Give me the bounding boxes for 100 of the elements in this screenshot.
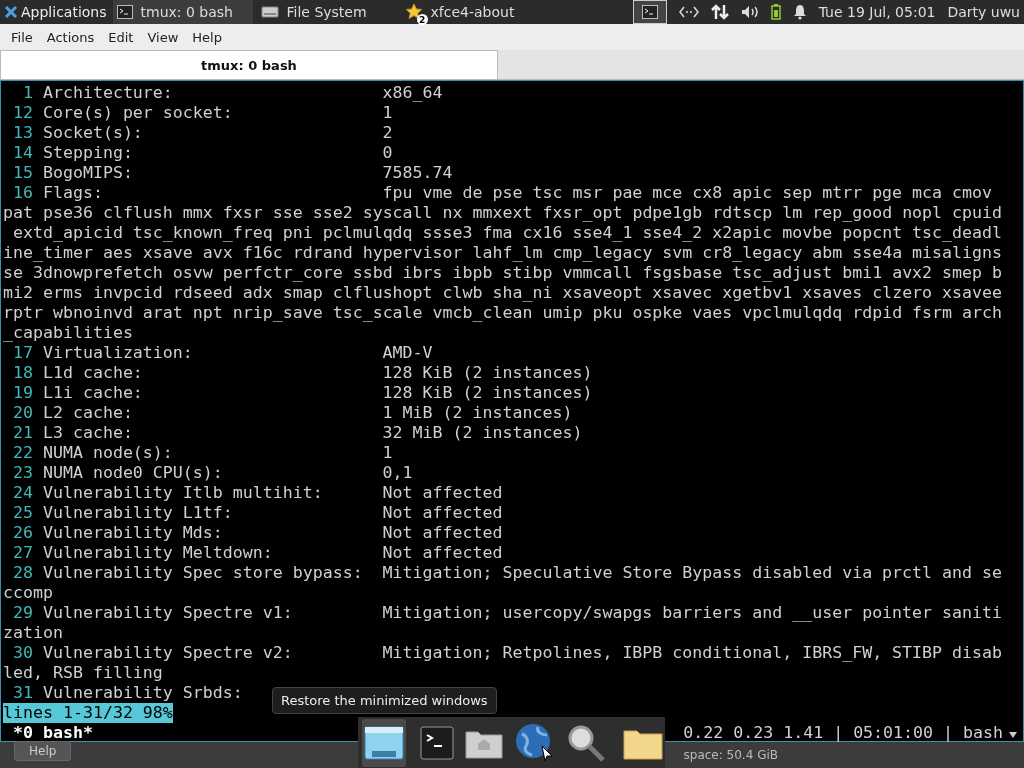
field-value: x86_64	[382, 83, 443, 103]
tooltip: Restore the minimized windows	[272, 687, 497, 714]
field-value: 2	[382, 123, 393, 143]
field-label: Vulnerability Spec store bypass:	[42, 563, 363, 582]
field-label: NUMA node0 CPU(s):	[42, 463, 223, 482]
line-number: 17	[12, 343, 33, 363]
star-icon	[404, 3, 423, 21]
field-label: Vulnerability Mds:	[42, 523, 223, 542]
field-label: Socket(s):	[42, 123, 143, 142]
taskbar-button[interactable]: tmux: 0 bash	[112, 0, 253, 24]
wrapped-text: extd_apicid tsc_known_freq pni pclmulqdq ssse3 fma cx16 sse4_1 sse4_2 x2apic movbe popcnt tsc_deadl	[12, 223, 1003, 243]
terminal-icon	[641, 4, 658, 20]
field-value: 0,1	[382, 463, 413, 483]
line-number: 30	[12, 643, 33, 663]
field-value: Not affected	[382, 523, 503, 543]
network-icon[interactable]	[678, 6, 699, 18]
wrapped-text: led, RSB filling	[3, 663, 163, 683]
clock[interactable]: Tue 19 Jul, 05:01	[818, 4, 936, 20]
field-label: Vulnerability Itlb multihit:	[42, 483, 323, 502]
wrapped-text: ine_timer aes xsave avx f16c rdrand hypervisor lahf_lm cmp_legacy svm cr8_legacy abm sse4a misaligns	[3, 243, 1003, 263]
field-value: 7585.74	[382, 163, 453, 183]
menu-item[interactable]: Edit	[101, 29, 141, 45]
line-number: 31	[12, 683, 33, 703]
field-value: Not affected	[382, 483, 503, 503]
menu-item[interactable]: File	[4, 29, 40, 45]
terminal-tab[interactable]: tmux: 0 bash	[0, 50, 498, 79]
field-label: L1d cache:	[42, 363, 143, 382]
line-number: 26	[12, 523, 33, 543]
field-label: Flags:	[42, 183, 103, 202]
wrapped-text: rptr wbnoinvd arat npt nrip_save tsc_scale vmcb_clean umip pku ospke vaes vpclmulqdq rdpid fsrm arch	[3, 303, 1003, 323]
bell-icon[interactable]	[792, 4, 807, 20]
disk-space: space: 50.4 GiB	[683, 748, 778, 762]
field-value: Mitigation; usercopy/swapgs barriers and __user pointer saniti	[382, 603, 1002, 623]
terminal-icon	[116, 4, 133, 20]
line-number: 25	[12, 503, 33, 523]
battery-icon[interactable]	[770, 4, 781, 20]
wrapped-text: zation	[3, 623, 63, 643]
field-label: Architecture:	[42, 83, 173, 102]
line-number: 20	[12, 403, 33, 423]
wrapped-text: _capabilities	[3, 323, 133, 343]
field-value: 1 MiB (2 instances)	[382, 403, 573, 423]
scroll-down-arrow-icon[interactable]	[1008, 731, 1018, 739]
line-number: 29	[12, 603, 33, 623]
field-label: L3 cache:	[42, 423, 133, 442]
line-number: 27	[12, 543, 33, 563]
line-number: 12	[12, 103, 33, 123]
field-value: Mitigation; Retpolines, IBPB conditional, IBRS_FW, STIBP disab	[382, 643, 1002, 663]
volume-icon[interactable]	[740, 5, 759, 19]
field-label: Virtualization:	[42, 343, 193, 362]
field-value: 32 MiB (2 instances)	[382, 423, 583, 443]
field-value: Not affected	[382, 543, 503, 563]
wrapped-text: ccomp	[3, 583, 53, 603]
field-label: Vulnerability L1tf:	[42, 503, 233, 522]
notification-badge: 2	[416, 14, 428, 25]
line-number: 1	[21, 83, 33, 103]
field-value: Not affected	[382, 503, 503, 523]
menu-item[interactable]: View	[140, 29, 186, 45]
field-value: fpu vme de pse tsc msr pae mce cx8 apic sep mtrr pge mca cmov	[382, 183, 993, 203]
line-number: 23	[12, 463, 33, 483]
menu-item[interactable]: Help	[185, 29, 229, 45]
applications-menu[interactable]: Applications	[0, 0, 113, 24]
field-value: 128 KiB (2 instances)	[382, 383, 593, 403]
line-number: 22	[12, 443, 33, 463]
dock-item[interactable]	[362, 718, 406, 767]
field-label: Core(s) per socket:	[42, 103, 233, 122]
wrapped-text: se 3dnowprefetch osvw perfctr_core ssbd ibrs ibpb stibp vmmcall fsgsbase tsc_adjust bmi1 avx2 smep b	[3, 263, 1003, 283]
line-number: 15	[12, 163, 33, 183]
field-label: BogoMIPS:	[42, 163, 133, 182]
field-label: Vulnerability Meltdown:	[42, 543, 273, 562]
line-number: 19	[12, 383, 33, 403]
field-label: L2 cache:	[42, 403, 133, 422]
field-label: Vulnerability Spectre v1:	[42, 603, 293, 622]
line-number: 13	[12, 123, 33, 143]
field-value: Mitigation; Speculative Store Bypass disabled via prctl and se	[382, 563, 1002, 583]
transfer-arrows-icon[interactable]	[710, 4, 729, 20]
field-value: 1	[382, 443, 393, 463]
line-number: 14	[12, 143, 33, 163]
field-value: AMD-V	[382, 343, 433, 363]
scroll-position: lines 1-31/32 98%	[3, 703, 173, 723]
line-number: 16	[12, 183, 33, 203]
user-name[interactable]: Darty uwu	[947, 4, 1020, 20]
wrapped-text: mi2 erms invpcid rdseed adx smap clflushopt clwb sha_ni xsaveopt xsavec xgetbv1 xsaves clzero xsavee	[3, 283, 1003, 303]
field-label: Stepping:	[42, 143, 133, 162]
line-number: 18	[12, 363, 33, 383]
field-label: Vulnerability Srbds:	[42, 683, 243, 702]
terminal-launcher[interactable]	[632, 0, 667, 24]
status-info: 0.22 0.23 1.41 | 05:01:00 | bash	[683, 723, 1003, 743]
field-label: L1i cache:	[42, 383, 143, 402]
menu-item[interactable]: Actions	[39, 29, 102, 45]
field-value: 0	[382, 143, 393, 163]
desktop-icon	[364, 724, 404, 761]
line-number: 28	[12, 563, 33, 583]
line-number: 24	[12, 483, 33, 503]
help-button[interactable]: Help	[14, 741, 72, 761]
close-x-logo-icon	[4, 5, 18, 19]
tmux-window[interactable]: *0 bash*	[13, 723, 93, 743]
drive-icon	[260, 4, 279, 20]
field-label: NUMA node(s):	[42, 443, 173, 462]
field-value: 128 KiB (2 instances)	[382, 363, 593, 383]
field-label: Vulnerability Spectre v2:	[42, 643, 293, 662]
